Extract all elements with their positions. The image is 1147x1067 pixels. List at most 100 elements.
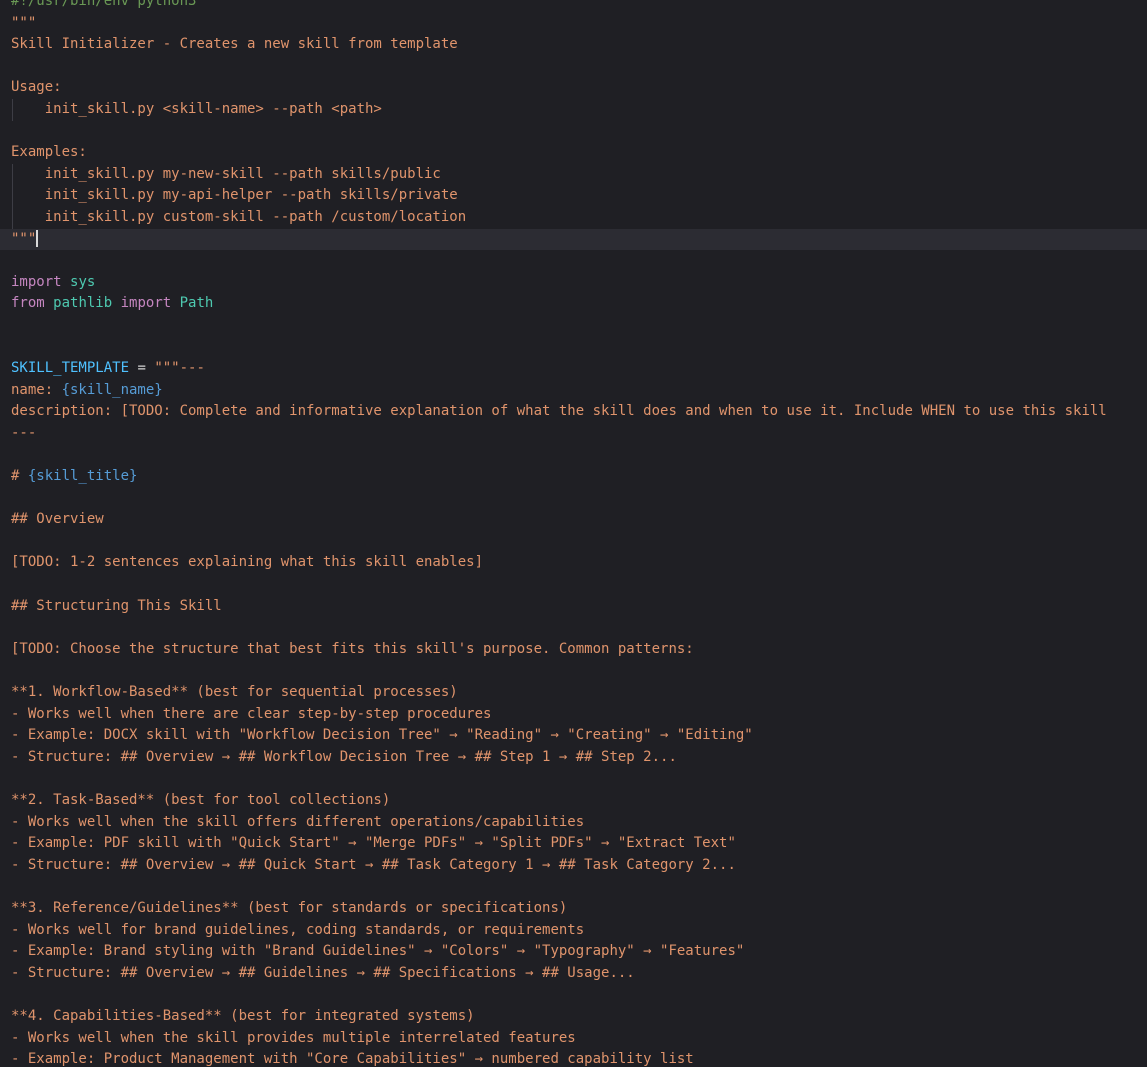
code-line[interactable]: init_skill.py custom-skill --path /custo… xyxy=(0,206,1147,229)
code-token-string: Skill Initializer - Creates a new skill … xyxy=(11,36,458,53)
code-line[interactable] xyxy=(0,768,1147,790)
code-line[interactable]: init_skill.py my-new-skill --path skills… xyxy=(0,163,1147,186)
code-token-string: --- xyxy=(11,424,37,441)
code-line[interactable]: - Example: Product Management with "Core… xyxy=(0,1049,1147,1067)
code-token-string: - Works well for brand guidelines, codin… xyxy=(11,921,585,938)
code-token-class: pathlib xyxy=(53,295,113,312)
code-editor[interactable]: #!/usr/bin/env python3 """ Skill Initializ… xyxy=(0,0,1147,1067)
code-token-string: **4. Capabilities-Based** (best for inte… xyxy=(11,1007,475,1024)
code-line[interactable]: **1. Workflow-Based** (best for sequenti… xyxy=(0,682,1147,704)
code-line[interactable] xyxy=(0,531,1147,553)
code-line[interactable] xyxy=(0,574,1147,596)
indent-guide xyxy=(12,206,13,229)
code-token-string: init_skill.py custom-skill --path /custo… xyxy=(11,208,467,225)
code-line[interactable]: # {skill_title} xyxy=(0,466,1147,488)
code-token-string: """--- xyxy=(154,360,205,377)
code-line[interactable]: - Example: DOCX skill with "Workflow Dec… xyxy=(0,725,1147,747)
code-token-string: """ xyxy=(11,230,37,247)
code-lines: #!/usr/bin/env python3 """ Skill Initializ… xyxy=(0,0,1147,1067)
code-line-current[interactable]: """ xyxy=(0,228,1147,251)
code-line[interactable] xyxy=(0,660,1147,682)
code-line[interactable] xyxy=(0,56,1147,78)
code-line[interactable]: - Structure: ## Overview → ## Guidelines… xyxy=(0,963,1147,985)
code-line[interactable]: ## Structuring This Skill xyxy=(0,596,1147,618)
code-token-class: Path xyxy=(179,295,214,312)
code-line[interactable]: name: {skill_name} xyxy=(0,380,1147,402)
code-line[interactable] xyxy=(0,121,1147,143)
code-token-string: ## Structuring This Skill xyxy=(11,597,222,614)
code-line[interactable] xyxy=(0,984,1147,1006)
code-token-class: sys xyxy=(70,273,96,290)
code-line[interactable]: init_skill.py <skill-name> --path <path> xyxy=(0,98,1147,121)
code-line[interactable] xyxy=(0,876,1147,898)
code-line[interactable]: --- xyxy=(0,423,1147,445)
code-line[interactable]: [TODO: Choose the structure that best fi… xyxy=(0,639,1147,661)
code-line[interactable]: description: [TODO: Complete and informa… xyxy=(0,401,1147,423)
code-line[interactable]: - Works well when the skill provides mul… xyxy=(0,1028,1147,1050)
code-line[interactable] xyxy=(0,488,1147,510)
indent-guide xyxy=(12,98,13,121)
code-token-string: **2. Task-Based** (best for tool collect… xyxy=(11,791,391,808)
code-line[interactable] xyxy=(0,315,1147,337)
code-token-string: [TODO: Choose the structure that best fi… xyxy=(11,640,694,657)
code-token-string: """ xyxy=(11,14,37,31)
code-token-var: {skill_title} xyxy=(27,468,138,485)
code-line[interactable]: Examples: xyxy=(0,142,1147,164)
code-line[interactable]: Usage: xyxy=(0,77,1147,99)
code-line[interactable]: - Structure: ## Overview → ## Quick Star… xyxy=(0,855,1147,877)
code-line[interactable]: from pathlib import Path xyxy=(0,293,1147,315)
code-token-string: init_skill.py my-api-helper --path skill… xyxy=(11,187,458,204)
code-token-string: - Structure: ## Overview → ## Workflow D… xyxy=(11,748,677,765)
text-cursor xyxy=(36,230,39,248)
code-line[interactable] xyxy=(0,617,1147,639)
code-token-string: Examples: xyxy=(11,144,87,161)
code-token-string: Usage: xyxy=(11,79,62,96)
code-token-string: - Works well when the skill offers diffe… xyxy=(11,813,585,830)
indent-guide xyxy=(12,163,13,186)
code-token-string: name: xyxy=(11,381,62,398)
code-line[interactable] xyxy=(0,250,1147,272)
code-token-string: - Example: PDF skill with "Quick Start" … xyxy=(11,835,736,852)
code-token-comment: #!/usr/bin/env python3 xyxy=(11,0,197,9)
code-token-string: [TODO: 1-2 sentences explaining what thi… xyxy=(11,554,484,571)
code-token-string: **3. Reference/Guidelines** (best for st… xyxy=(11,899,568,916)
code-line[interactable]: [TODO: 1-2 sentences explaining what thi… xyxy=(0,552,1147,574)
code-token-op xyxy=(62,274,70,290)
code-token-string: - Structure: ## Overview → ## Quick Star… xyxy=(11,856,736,873)
code-token-string: ## Overview xyxy=(11,511,104,528)
code-line[interactable]: Skill Initializer - Creates a new skill … xyxy=(0,34,1147,56)
code-line[interactable]: import sys xyxy=(0,272,1147,294)
code-token-const: SKILL_TEMPLATE xyxy=(11,360,130,377)
code-token-string: **1. Workflow-Based** (best for sequenti… xyxy=(11,684,458,700)
code-line[interactable]: **2. Task-Based** (best for tool collect… xyxy=(0,790,1147,812)
code-line[interactable]: **4. Capabilities-Based** (best for inte… xyxy=(0,1006,1147,1028)
code-line[interactable] xyxy=(0,444,1147,466)
code-token-keyword: import xyxy=(11,273,62,290)
code-line[interactable]: #!/usr/bin/env python3 xyxy=(0,0,1147,13)
code-line[interactable]: SKILL_TEMPLATE = """--- xyxy=(0,358,1147,380)
code-line[interactable]: init_skill.py my-api-helper --path skill… xyxy=(0,185,1147,207)
code-line[interactable]: - Structure: ## Overview → ## Workflow D… xyxy=(0,747,1147,769)
code-line[interactable]: ## Overview xyxy=(0,509,1147,531)
code-token-string: - Example: Brand styling with "Brand Gui… xyxy=(11,943,745,960)
code-token-string: init_skill.py <skill-name> --path <path> xyxy=(11,100,382,117)
code-line[interactable]: - Works well when there are clear step-b… xyxy=(0,704,1147,726)
indent-guide xyxy=(12,185,13,207)
code-line[interactable]: - Works well when the skill offers diffe… xyxy=(0,812,1147,834)
code-line[interactable]: - Example: Brand styling with "Brand Gui… xyxy=(0,941,1147,963)
code-line[interactable]: """ xyxy=(0,13,1147,35)
code-token-string: - Example: Product Management with "Core… xyxy=(11,1051,694,1067)
code-token-op xyxy=(171,295,179,311)
code-line[interactable]: - Works well for brand guidelines, codin… xyxy=(0,920,1147,942)
code-token-string: - Structure: ## Overview → ## Guidelines… xyxy=(11,964,635,981)
code-token-op xyxy=(45,295,53,311)
code-token-string: - Works well when there are clear step-b… xyxy=(11,705,492,722)
code-token-string: description: [TODO: Complete and informa… xyxy=(11,403,1107,420)
code-token-string: - Example: DOCX skill with "Workflow Dec… xyxy=(11,727,753,744)
code-token-op xyxy=(112,295,120,311)
code-token-string: # xyxy=(11,468,28,485)
code-line[interactable] xyxy=(0,337,1147,359)
code-line[interactable]: **3. Reference/Guidelines** (best for st… xyxy=(0,898,1147,920)
code-line[interactable]: - Example: PDF skill with "Quick Start" … xyxy=(0,833,1147,855)
code-token-string: - Works well when the skill provides mul… xyxy=(11,1029,576,1046)
